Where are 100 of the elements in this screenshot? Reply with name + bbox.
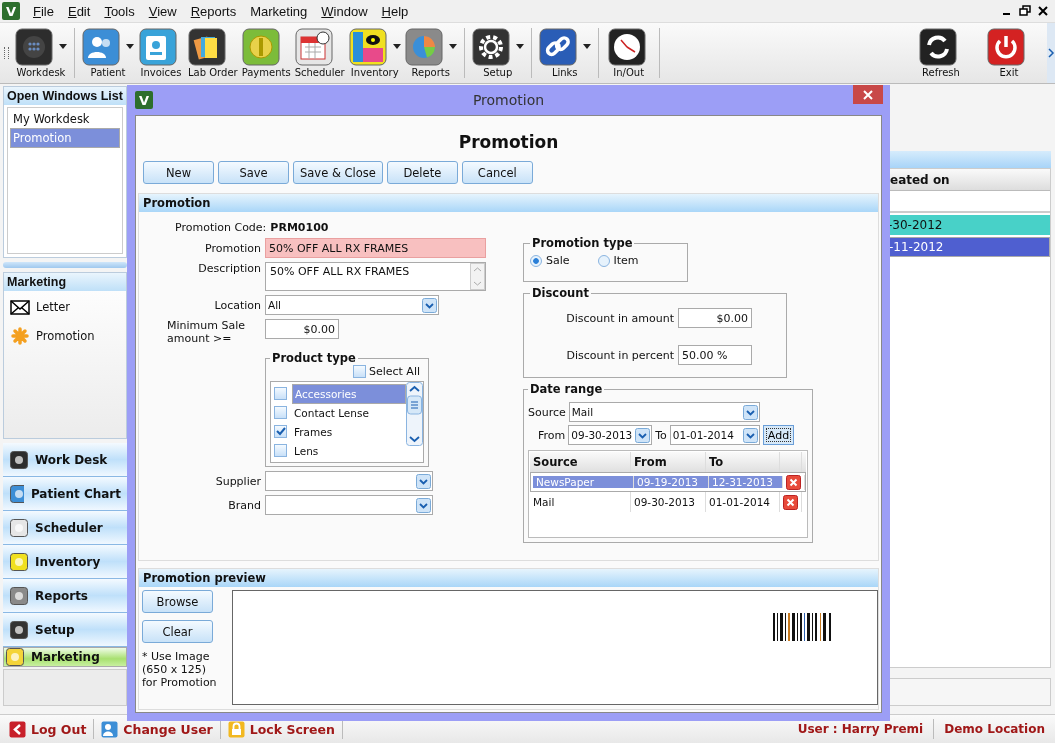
list-item[interactable]: Contact Lense [292, 404, 406, 421]
nav-button[interactable]: Setup [3, 613, 127, 647]
checkbox[interactable] [274, 387, 287, 400]
from-date-picker[interactable]: 09-30-2013 [568, 425, 653, 445]
action-button[interactable]: Cancel [461, 161, 533, 184]
toolbar-button[interactable]: Lab Order [186, 28, 240, 78]
toolbar-button[interactable]: Reports [402, 28, 459, 78]
nav-button[interactable]: Work Desk [3, 443, 127, 477]
delete-icon[interactable] [783, 494, 798, 510]
toolbar-button[interactable]: Workdesk [13, 28, 69, 78]
checkbox[interactable] [274, 406, 287, 419]
restore-icon[interactable] [1019, 5, 1031, 17]
scroll-right-icon[interactable] [1047, 23, 1055, 83]
list-item[interactable]: Frames [292, 423, 406, 440]
toolbar-button[interactable]: Payments [239, 28, 293, 78]
toolbar-button[interactable]: Patient [80, 28, 136, 78]
section-header: Promotion preview [139, 569, 878, 587]
status-action[interactable]: Lock Screen [224, 720, 338, 738]
location-dropdown[interactable]: All [265, 295, 439, 315]
checkbox[interactable] [352, 365, 366, 378]
section-header: Promotion [139, 194, 878, 212]
action-button[interactable]: Save [218, 161, 289, 184]
refresh-icon [918, 28, 957, 66]
menu-item[interactable]: File [26, 3, 61, 19]
toolbar-button[interactable]: Scheduler [292, 28, 347, 78]
toolbar-button[interactable]: Exit [981, 28, 1037, 78]
user-icon [101, 720, 119, 738]
close-icon [863, 89, 873, 100]
toolbar-grip[interactable] [4, 47, 9, 59]
list-item[interactable]: Lens [292, 442, 406, 459]
panel-header: Marketing [4, 273, 126, 291]
add-button[interactable]: Add [762, 425, 795, 445]
toolbar-button[interactable]: Links [536, 28, 593, 78]
promotion-input[interactable]: 50% OFF ALL RX FRAMES [265, 238, 486, 258]
clock-icon [607, 28, 646, 66]
nav-button[interactable]: Patient Chart [3, 477, 127, 511]
toolbar-button[interactable]: In/Out [603, 28, 654, 78]
minimum-sale-input[interactable]: $0.00 [265, 319, 339, 339]
radio-button[interactable] [530, 254, 542, 267]
action-button[interactable]: Clear [142, 620, 213, 643]
radio-label[interactable]: Sale [546, 254, 570, 267]
checkbox[interactable] [274, 425, 287, 438]
discount-percent-input[interactable]: 50.00 % [678, 345, 752, 365]
brand-dropdown[interactable] [265, 495, 433, 515]
field-label: To [655, 428, 667, 442]
group-title: Discount [531, 286, 590, 300]
action-button[interactable]: Delete [386, 161, 458, 184]
app-logo: V [2, 2, 20, 20]
marketing-link[interactable]: Letter [4, 295, 126, 323]
id-card-icon [139, 28, 178, 66]
to-date-picker[interactable]: 01-01-2014 [669, 425, 760, 445]
window-list-item[interactable]: My Workdesk [10, 110, 120, 128]
menu-item[interactable]: Reports [183, 3, 244, 19]
dropdown-arrow-icon [515, 44, 524, 50]
menu-item[interactable]: Help [374, 3, 416, 19]
toolbar-button[interactable]: Setup [469, 28, 526, 78]
action-button[interactable]: Browse [142, 590, 213, 613]
menu-item[interactable]: Window [314, 3, 375, 19]
nav-button[interactable]: Marketing [3, 647, 127, 667]
description-field[interactable]: 50% OFF ALL RX FRAMES [265, 262, 486, 291]
nav-button[interactable]: Scheduler [3, 511, 127, 545]
toolbar-button[interactable]: Invoices [136, 28, 186, 78]
toolbar-button[interactable]: Refresh [913, 28, 969, 78]
field-label: Brand [227, 498, 261, 512]
menu-item[interactable]: Tools [97, 3, 142, 19]
dropdown-arrow-icon [392, 44, 401, 50]
caret-icon [635, 427, 651, 443]
radio-label[interactable]: Item [613, 254, 639, 267]
delete-icon[interactable] [786, 474, 801, 490]
menu-item[interactable]: Marketing [243, 3, 315, 19]
menu-item[interactable]: View [141, 3, 184, 19]
supplier-dropdown[interactable] [265, 471, 433, 491]
link-icon [538, 28, 577, 66]
field-label: Promotion Code: [175, 221, 267, 234]
nav-button[interactable]: Inventory [3, 545, 127, 579]
window-title: Promotion [472, 92, 546, 108]
menu-item[interactable]: Edit [60, 3, 98, 19]
source-dropdown[interactable]: Mail [568, 402, 760, 422]
scrollbar[interactable] [406, 382, 423, 446]
action-button[interactable]: New [143, 161, 214, 184]
folders-icon [188, 28, 226, 66]
status-action[interactable]: Log Out [6, 720, 90, 738]
close-icon[interactable] [1037, 5, 1049, 17]
marketing-link[interactable]: Promotion [4, 323, 126, 353]
field-label: Location [213, 298, 261, 312]
padlock-icon [227, 720, 245, 738]
nav-button[interactable]: Reports [3, 579, 127, 613]
envelope-icon [10, 299, 30, 315]
promotion-code: PRM0100 [270, 221, 329, 234]
checkbox-label[interactable]: Select All [368, 365, 420, 378]
close-button[interactable] [853, 85, 883, 104]
action-button[interactable]: Save & Close [293, 161, 383, 184]
radio-button[interactable] [597, 254, 610, 267]
checkbox[interactable] [274, 444, 287, 457]
toolbar-button[interactable]: Inventory [346, 28, 403, 78]
coin-icon [241, 28, 280, 66]
discount-amount-input[interactable]: $0.00 [678, 308, 752, 328]
table-row[interactable]: Mail 09-30-2013 01-01-2014 [530, 492, 806, 512]
status-action[interactable]: Change User [98, 720, 216, 738]
field-label: Minimum Sale amount >= [167, 319, 247, 345]
